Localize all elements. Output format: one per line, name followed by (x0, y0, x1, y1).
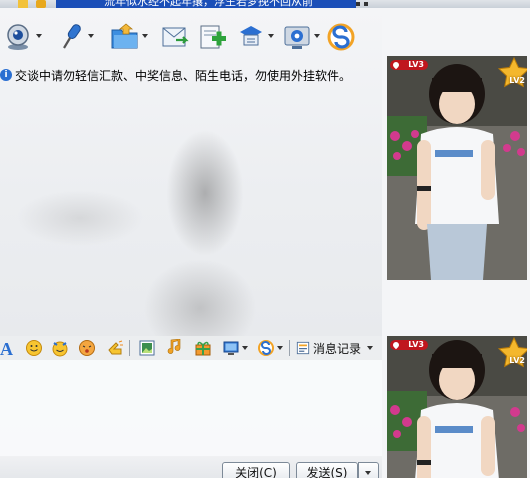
lock-icon (36, 0, 46, 8)
security-notice: i 交谈中请勿轻信汇款、中奖信息、陌生电话，勿使用外挂软件。 (0, 66, 351, 84)
emoji-button[interactable] (25, 339, 43, 357)
bell-icon (18, 0, 28, 8)
smiley-icon (26, 340, 42, 356)
video-call-icon (7, 24, 29, 50)
voice-call-icon (63, 24, 81, 49)
font-button[interactable]: A (0, 339, 18, 359)
chat-window: i 交谈中请勿轻信汇款、中奖信息、陌生电话，勿使用外挂软件。 A 消息记录 关闭… (0, 8, 382, 478)
top-status-bar: 流年似水经不起年攘，浮生若梦挽不回从前 (0, 0, 530, 8)
hand-icon (108, 340, 123, 355)
chevron-down-icon[interactable] (88, 34, 94, 38)
star-level-label: LV2 (509, 76, 525, 85)
dot-icon (364, 2, 368, 6)
settings-button[interactable] (282, 22, 322, 56)
music-icon (167, 338, 181, 354)
video-call-button[interactable] (4, 22, 44, 56)
s-tool-button[interactable] (257, 339, 283, 357)
gift-button[interactable] (194, 339, 212, 357)
s-service-icon (258, 340, 274, 356)
chevron-down-icon[interactable] (277, 346, 283, 350)
action-bar: 关闭(C) 发送(S) (0, 456, 382, 478)
send-email-button[interactable] (160, 22, 200, 56)
contact-panel: LV3 LV2 LV3 LV2 (382, 8, 530, 478)
close-button[interactable]: 关闭(C) (222, 462, 290, 478)
level-badge: LV3 (390, 60, 428, 70)
screen-capture-button[interactable] (222, 339, 248, 357)
s-service-icon (327, 23, 355, 51)
send-file-button[interactable] (110, 22, 150, 56)
my-show-image: LV3 LV2 (387, 336, 527, 478)
s-service-button[interactable] (326, 22, 366, 56)
star-level-label: LV2 (509, 356, 525, 365)
send-file-icon (111, 23, 138, 49)
chevron-down-icon[interactable] (36, 34, 42, 38)
nudge-button[interactable] (106, 339, 124, 357)
app-menu-icon (240, 26, 262, 46)
security-notice-text: 交谈中请勿轻信汇款、中奖信息、陌生电话，勿使用外挂软件。 (15, 68, 352, 83)
music-button[interactable] (166, 338, 184, 357)
image-icon (139, 340, 155, 356)
send-email-icon (162, 27, 189, 47)
font-icon: A (0, 339, 13, 359)
send-button[interactable]: 发送(S) (296, 462, 358, 478)
create-group-icon (200, 25, 226, 49)
voice-call-button[interactable] (56, 22, 96, 56)
message-input[interactable] (0, 360, 382, 456)
chevron-down-icon[interactable] (314, 34, 320, 38)
create-group-button[interactable] (198, 22, 238, 56)
contact-show-image: LV3 LV2 (387, 56, 527, 280)
shake-face-icon (79, 340, 95, 356)
info-icon: i (0, 69, 12, 81)
format-toolbar: A 消息记录 (0, 336, 382, 360)
chevron-down-icon[interactable] (367, 346, 374, 350)
settings-icon (284, 26, 310, 49)
divider (289, 340, 290, 356)
message-history-label: 消息记录 (313, 341, 362, 356)
chevron-down-icon[interactable] (142, 34, 148, 38)
dot-icon (356, 2, 360, 6)
monitor-icon (223, 341, 239, 355)
shake-button[interactable] (78, 339, 96, 357)
divider (129, 340, 130, 356)
marquee-bar: 流年似水经不起年攘，浮生若梦挽不回从前 (56, 0, 356, 8)
magic-face-icon (52, 341, 68, 357)
app-menu-button[interactable] (236, 22, 276, 56)
message-history-button[interactable]: 消息记录 (296, 339, 374, 357)
magic-emoji-button[interactable] (51, 339, 69, 357)
chevron-down-icon[interactable] (268, 34, 274, 38)
gift-icon (195, 341, 211, 356)
screenshot-button[interactable] (138, 339, 156, 357)
marquee-text: 流年似水经不起年攘，浮生若梦挽不回从前 (104, 0, 313, 8)
chat-toolbar (0, 16, 382, 56)
level-badge: LV3 (390, 340, 428, 350)
history-icon (296, 341, 310, 355)
chevron-down-icon[interactable] (242, 346, 248, 350)
send-options-dropdown[interactable] (358, 462, 379, 478)
